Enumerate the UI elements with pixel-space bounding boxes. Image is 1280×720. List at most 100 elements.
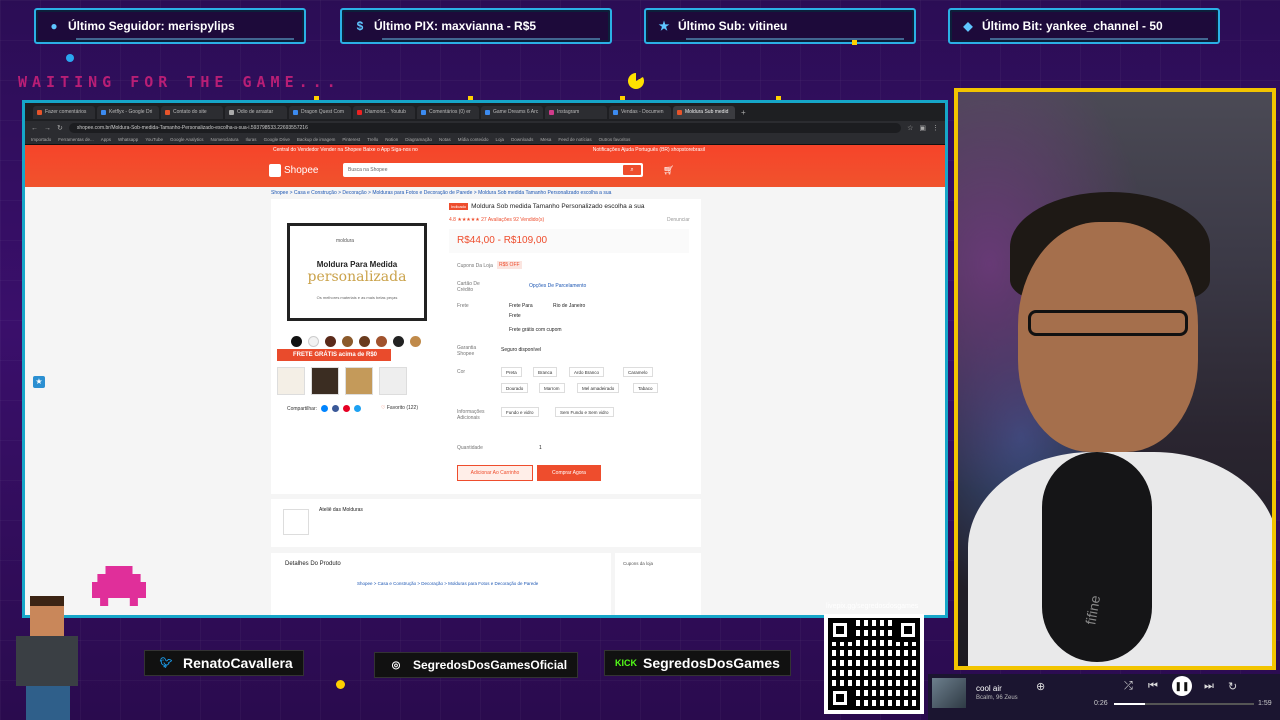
report-link[interactable]: Denunciar	[667, 217, 690, 223]
cart-icon[interactable]: 🛒︎	[663, 165, 674, 176]
swatch[interactable]	[342, 336, 353, 347]
bookmark[interactable]: Pinterest	[342, 137, 360, 142]
previous-icon[interactable]: ⏮︎	[1148, 680, 1158, 693]
frete-to-value[interactable]: Rio de Janeiro	[553, 303, 585, 309]
browser-tab[interactable]: Odio de arrastar	[225, 105, 287, 119]
bookmark[interactable]: Ferramentas de...	[58, 137, 94, 142]
facebook-icon[interactable]	[332, 405, 340, 412]
add-icon[interactable]: ⊕	[1036, 680, 1045, 693]
bookmark[interactable]: Notion	[385, 137, 398, 142]
shop-name[interactable]: Ateliê das Molduras	[319, 507, 363, 513]
details-category[interactable]: Shopee > Casa e Construção > Decoração >…	[357, 581, 538, 586]
pause-icon[interactable]: ❚❚	[1172, 676, 1192, 696]
bookmark[interactable]: Nomenclatura	[211, 137, 239, 142]
new-tab-icon[interactable]: +	[741, 108, 746, 117]
swatch[interactable]	[410, 336, 421, 347]
browser-tab[interactable]: Dragon Quest Com	[289, 105, 351, 119]
thumbnail[interactable]	[345, 367, 373, 395]
variant-option[interactable]: Fundo e vidro	[501, 407, 539, 417]
bookmark[interactable]: Whatsapp	[118, 137, 138, 142]
thumbnail[interactable]	[379, 367, 407, 395]
shopee-topnav-right[interactable]: Notificações Ajuda Português (BR) shopst…	[593, 147, 705, 153]
swatch[interactable]	[325, 336, 336, 347]
rating-row[interactable]: 4.8 ★★★★★ 27 Avaliações 92 Vendido(s)	[449, 217, 544, 223]
back-icon[interactable]: ←	[31, 125, 38, 132]
url-field[interactable]: shopee.com.br/Moldura-Sob-medida-Tamanho…	[68, 123, 902, 133]
image-subtitle: personalizada	[307, 269, 407, 285]
repeat-icon[interactable]: ↻	[1228, 680, 1237, 693]
search-input[interactable]: Busca na Shopee	[348, 167, 387, 173]
color-option[interactable]: Branca	[533, 367, 558, 377]
browser-window: Fazer comentários Ketflyx - Google Dri C…	[22, 100, 948, 618]
next-icon[interactable]: ⏭︎	[1204, 680, 1214, 693]
breadcrumb[interactable]: Shopee > Casa e Construção > Decoração >…	[271, 190, 611, 196]
buy-now-button[interactable]: Comprar Agora	[537, 465, 601, 481]
extensions-icon[interactable]: ▣	[919, 124, 926, 132]
shopee-logo[interactable]: Shopee	[269, 164, 318, 177]
bookmark[interactable]: Loja	[496, 137, 505, 142]
bookmark-star-icon[interactable]: ☆	[907, 124, 913, 132]
progress-fill	[1114, 703, 1145, 705]
swatch[interactable]	[376, 336, 387, 347]
browser-tab[interactable]: Comentários (0) er	[417, 105, 479, 119]
bookmark[interactable]: Mídia conteúdo	[458, 137, 489, 142]
bookmark[interactable]: Trello	[367, 137, 378, 142]
color-option[interactable]: Dourado	[501, 383, 529, 393]
installments-link[interactable]: Opções De Parcelamento	[529, 283, 586, 289]
swatch[interactable]	[359, 336, 370, 347]
bookmark[interactable]: Importado	[31, 137, 51, 142]
browser-tab[interactable]: Ketflyx - Google Dri	[97, 105, 159, 119]
browser-tab[interactable]: Diamond... Youtub	[353, 105, 415, 119]
thumbnail[interactable]	[277, 367, 305, 395]
bookmark[interactable]: YouTube	[145, 137, 163, 142]
menu-icon[interactable]: ⋮	[932, 124, 939, 132]
add-to-cart-button[interactable]: Adicionar Ao Carrinho	[457, 465, 533, 481]
progress-track[interactable]	[1114, 703, 1254, 705]
swatch[interactable]	[308, 336, 319, 347]
browser-tab[interactable]: Game Dreams 6 Arc	[481, 105, 543, 119]
color-option[interactable]: Tabaco	[633, 383, 658, 393]
swatch[interactable]	[291, 336, 302, 347]
color-option[interactable]: Mel amadeirado	[577, 383, 620, 393]
forward-icon[interactable]: →	[44, 125, 51, 132]
pinterest-icon[interactable]	[343, 405, 351, 412]
color-option[interactable]: Marrom	[539, 383, 565, 393]
bookmark[interactable]: Backup de imagem	[297, 137, 336, 142]
bookmark[interactable]: Notas	[439, 137, 451, 142]
bookmark[interactable]: Iluras	[246, 137, 257, 142]
browser-tab[interactable]: Contato do site	[161, 105, 223, 119]
shop-avatar[interactable]	[283, 509, 309, 535]
bookmark[interactable]: Diagramação	[405, 137, 432, 142]
bookmark[interactable]: Google Drive	[264, 137, 290, 142]
shopee-topnav[interactable]: Central do Vendedor Vender na Shopee Bai…	[273, 147, 418, 153]
bookmark[interactable]: Google Analytics	[170, 137, 204, 142]
browser-tab[interactable]: Fazer comentários	[33, 105, 95, 119]
reload-icon[interactable]: ↻	[57, 124, 63, 132]
product-image[interactable]: moldura Moldura Para Medida personalizad…	[287, 223, 427, 321]
variant-option[interactable]: Sem Fundo e Sem vidro	[555, 407, 614, 417]
search-icon[interactable]: ⌕	[623, 165, 641, 175]
guarantee-value[interactable]: Seguro disponível	[501, 347, 541, 353]
browser-tab[interactable]: Instagram	[545, 105, 607, 119]
color-option[interactable]: Preta	[501, 367, 522, 377]
diamond-icon: ◆	[963, 19, 973, 33]
bookmark[interactable]: Apps	[101, 137, 111, 142]
color-option[interactable]: Ardo Branco	[569, 367, 605, 377]
bookmark[interactable]: Outros favoritos	[599, 137, 631, 142]
twitter-share-icon[interactable]	[354, 405, 362, 412]
browser-tab-active[interactable]: Moldura Sub medid	[673, 105, 735, 119]
messenger-icon[interactable]	[321, 405, 329, 412]
favorite-button[interactable]: ♡ Favorito (122)	[381, 405, 418, 411]
bookmark[interactable]: Mesa	[540, 137, 551, 142]
product-title: Indicado Moldura Sob medida Tamanho Perso…	[449, 203, 645, 210]
thumbnail[interactable]	[311, 367, 339, 395]
swatch[interactable]	[393, 336, 404, 347]
qty-stepper[interactable]: 1	[539, 445, 542, 451]
shuffle-icon[interactable]: ⤮	[1124, 680, 1133, 693]
coupon-value[interactable]: R$5 OFF	[497, 261, 522, 269]
color-option[interactable]: Caramelo	[623, 367, 653, 377]
shopee-search[interactable]: Busca na Shopee ⌕	[343, 163, 643, 177]
bookmark[interactable]: Feed de notícias	[558, 137, 591, 142]
bookmark[interactable]: Downloads	[511, 137, 533, 142]
browser-tab[interactable]: Vendas - Documen	[609, 105, 671, 119]
